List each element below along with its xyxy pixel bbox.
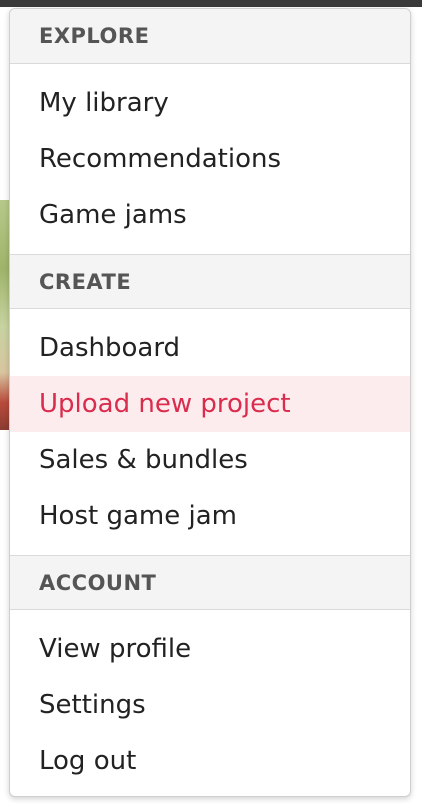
- menu-item-sales-bundles[interactable]: Sales & bundles: [10, 432, 410, 488]
- user-dropdown-menu: EXPLORE My library Recommendations Game …: [9, 8, 411, 797]
- section-header-account: ACCOUNT: [10, 555, 410, 610]
- menu-item-my-library[interactable]: My library: [10, 75, 410, 131]
- top-bar-edge: [0, 0, 422, 7]
- menu-item-upload-new-project[interactable]: Upload new project: [10, 376, 410, 432]
- section-explore: My library Recommendations Game jams: [10, 64, 410, 254]
- section-create: Dashboard Upload new project Sales & bun…: [10, 309, 410, 555]
- menu-item-dashboard[interactable]: Dashboard: [10, 320, 410, 376]
- section-account: View profile Settings Log out: [10, 610, 410, 796]
- menu-item-log-out[interactable]: Log out: [10, 733, 410, 789]
- page: EXPLORE My library Recommendations Game …: [0, 0, 422, 804]
- menu-item-view-profile[interactable]: View profile: [10, 621, 410, 677]
- menu-item-settings[interactable]: Settings: [10, 677, 410, 733]
- menu-item-recommendations[interactable]: Recommendations: [10, 131, 410, 187]
- section-header-explore: EXPLORE: [10, 9, 410, 64]
- menu-item-host-game-jam[interactable]: Host game jam: [10, 488, 410, 544]
- menu-item-game-jams[interactable]: Game jams: [10, 187, 410, 243]
- section-header-create: CREATE: [10, 254, 410, 309]
